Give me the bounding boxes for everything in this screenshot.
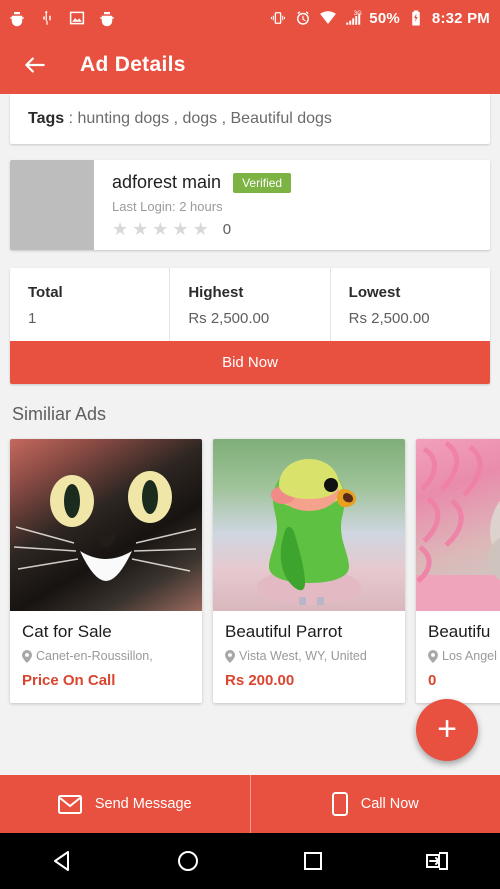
similar-ads-heading: Similiar Ads	[12, 404, 107, 424]
ad-title: Beautifu	[428, 622, 491, 641]
status-badge: Verified	[233, 172, 292, 193]
recents-square-icon	[303, 852, 322, 870]
usb-icon	[43, 10, 51, 25]
tags-separator: :	[64, 110, 78, 127]
ad-thumbnail	[213, 439, 405, 611]
battery-percent: 50%	[369, 9, 400, 27]
seller-card[interactable]: adforest main Verified Last Login: 2 hou…	[10, 160, 490, 250]
add-button[interactable]: +	[416, 699, 478, 761]
bids-row: Total 1 Highest Rs 2,500.00 Lowest Rs 2,…	[10, 268, 490, 341]
ad-details: Cat for Sale Canet-en-Roussillon, Price …	[10, 611, 202, 703]
svg-text:3G: 3G	[354, 11, 362, 17]
bid-value: Rs 2,500.00	[348, 310, 430, 327]
tags-line: Tags : hunting dogs , dogs , Beautiful d…	[28, 110, 472, 128]
ad-price: Rs 200.00	[225, 672, 295, 689]
status-bar-right-icons: 3G 50% 8:32 PM	[269, 9, 490, 27]
seller-name-row: adforest main Verified	[112, 172, 476, 193]
vibrate-icon	[271, 12, 286, 24]
ad-details: Beautiful Parrot Vista West, WY, United …	[213, 611, 405, 703]
seller-name: adforest main	[112, 172, 222, 192]
ad-title: Beautiful Parrot	[225, 622, 343, 641]
alarm-icon	[297, 11, 310, 25]
bid-label: Total	[28, 284, 63, 301]
bid-value: 1	[28, 310, 37, 327]
ad-thumbnail	[10, 439, 202, 611]
battery-icon	[412, 10, 420, 26]
bid-now-button[interactable]: Bid Now	[10, 341, 490, 384]
ad-price: Price On Call	[22, 672, 116, 689]
arrow-back-icon	[25, 57, 45, 73]
tags-card: Tags : hunting dogs , dogs , Beautiful d…	[10, 94, 490, 144]
star-icon: ★	[152, 219, 169, 239]
nav-rotate-button[interactable]	[415, 842, 461, 880]
bids-card: Total 1 Highest Rs 2,500.00 Lowest Rs 2,…	[10, 268, 490, 384]
status-bar-left-icons	[8, 9, 116, 27]
nav-recents-button[interactable]	[290, 842, 336, 880]
phone-icon	[331, 792, 348, 816]
nav-back-button[interactable]	[40, 842, 86, 880]
send-message-button[interactable]: Send Message	[0, 775, 251, 833]
app-screen: 3G 50% 8:32 PM Ad Details Tags : hunting…	[0, 0, 500, 889]
bid-column-lowest: Lowest Rs 2,500.00	[331, 268, 490, 341]
android-nav-bar	[0, 833, 500, 889]
envelope-icon	[57, 794, 82, 814]
app-bar: Ad Details	[0, 36, 500, 94]
screen-rotate-icon	[425, 852, 448, 870]
call-now-button[interactable]: Call Now	[251, 775, 500, 833]
ad-thumbnail	[416, 439, 500, 611]
screenshot-icon	[69, 11, 85, 25]
nav-home-button[interactable]	[165, 842, 211, 880]
rating-count: 0	[222, 220, 232, 238]
list-item[interactable]: Beautiful Parrot Vista West, WY, United …	[213, 439, 405, 703]
tags-value: hunting dogs , dogs , Beautiful dogs	[77, 110, 332, 127]
location-pin-icon	[225, 649, 235, 663]
ad-details: Beautifu Los Angel 0	[416, 611, 500, 703]
bottom-action-bar: Send Message Call Now	[0, 775, 500, 833]
call-now-label: Call Now	[360, 796, 419, 812]
ad-location: Los Angel	[428, 649, 500, 663]
list-item[interactable]: Cat for Sale Canet-en-Roussillon, Price …	[10, 439, 202, 703]
plus-icon: +	[437, 709, 457, 748]
wifi-icon	[320, 11, 337, 24]
seller-last-login: Last Login: 2 hours	[112, 199, 223, 214]
ad-location-text: Canet-en-Roussillon,	[36, 649, 153, 663]
clock-time: 8:32 PM	[431, 9, 490, 27]
scroll-content[interactable]: Tags : hunting dogs , dogs , Beautiful d…	[0, 94, 500, 775]
bug-icon	[10, 12, 24, 27]
ad-price: 0	[428, 672, 437, 689]
bid-column-highest: Highest Rs 2,500.00	[170, 268, 331, 341]
back-button[interactable]	[18, 48, 52, 82]
signal-3g-icon: 3G	[346, 11, 362, 25]
page-title: Ad Details	[80, 53, 186, 76]
star-icon: ★	[132, 219, 149, 239]
bid-label: Lowest	[348, 284, 401, 301]
star-icon: ★	[112, 219, 129, 239]
location-pin-icon	[428, 649, 438, 663]
bid-label: Highest	[188, 284, 244, 301]
bug-icon	[100, 12, 114, 27]
similar-ads-list[interactable]: Cat for Sale Canet-en-Roussillon, Price …	[0, 425, 500, 703]
list-item[interactable]: Beautifu Los Angel 0	[416, 439, 500, 703]
rating-stars: ★ ★ ★ ★ ★ 0	[112, 220, 476, 238]
bid-value: Rs 2,500.00	[188, 310, 270, 327]
back-triangle-icon	[53, 851, 69, 871]
cat-photo	[13, 471, 197, 581]
bid-column-total: Total 1	[10, 268, 171, 341]
pink-pet-photo	[416, 440, 500, 611]
home-circle-icon	[177, 851, 198, 871]
ad-location-text: Vista West, WY, United	[239, 649, 367, 663]
tags-label: Tags	[28, 110, 65, 127]
location-pin-icon	[22, 649, 32, 663]
star-icon: ★	[192, 219, 209, 239]
ad-location: Vista West, WY, United	[225, 649, 393, 663]
ad-location-text: Los Angel	[442, 649, 497, 663]
send-message-label: Send Message	[94, 796, 192, 812]
ad-location: Canet-en-Roussillon,	[22, 649, 190, 663]
parrot-photo	[257, 459, 361, 605]
seller-info: adforest main Verified Last Login: 2 hou…	[94, 160, 490, 250]
ad-title: Cat for Sale	[22, 622, 112, 641]
star-icon: ★	[172, 219, 189, 239]
status-bar: 3G 50% 8:32 PM	[0, 0, 500, 36]
avatar	[10, 160, 94, 250]
